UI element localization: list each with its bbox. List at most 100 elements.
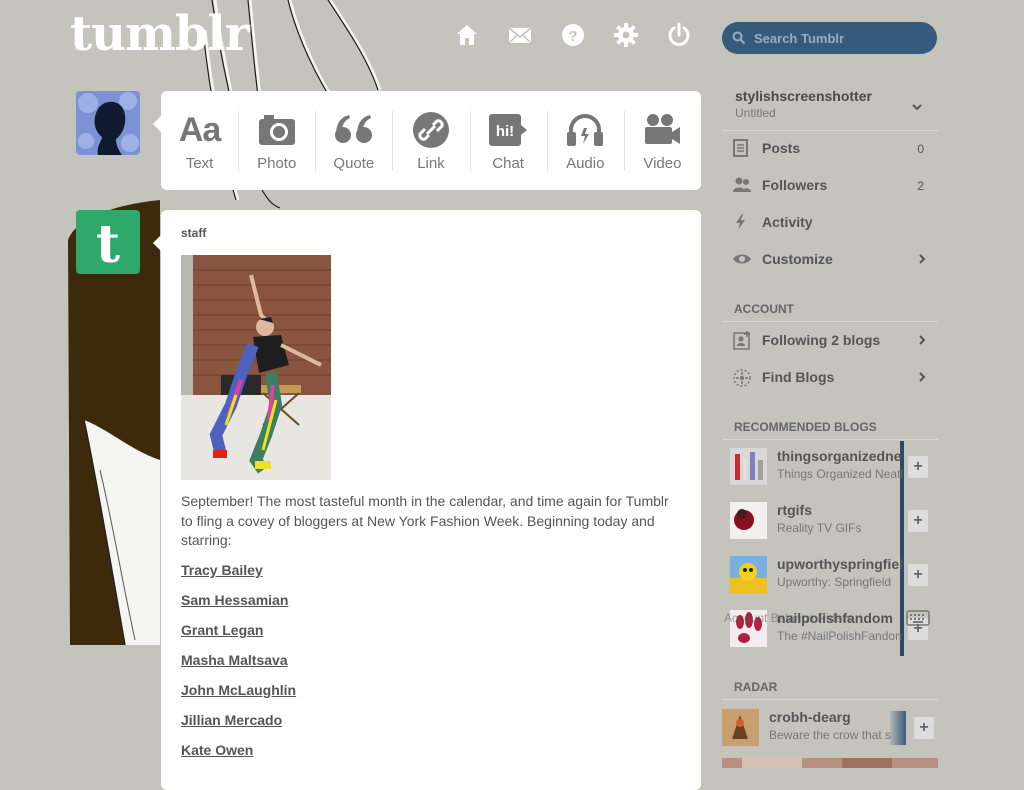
- sidebar-item-count: 2: [917, 179, 924, 193]
- chat-icon: hi!: [489, 114, 528, 146]
- posts-icon: [733, 139, 748, 157]
- blog-selector[interactable]: stylishscreenshotter Untitled: [735, 88, 872, 120]
- sidebar-item-followers[interactable]: Followers 2: [732, 174, 936, 198]
- post-type-label: Quote: [333, 155, 375, 172]
- divider: [722, 130, 938, 131]
- recommended-blog-desc: Upworthy: Springfield: [777, 575, 892, 589]
- sidebar-item-activity[interactable]: Activity: [732, 211, 936, 235]
- svg-text:?: ?: [568, 28, 577, 45]
- post-chat-button[interactable]: hi! Chat: [469, 91, 547, 190]
- follow-button[interactable]: +: [914, 717, 934, 739]
- post-link-list: Tracy Bailey Sam Hessamian Grant Legan M…: [181, 562, 296, 772]
- post-text-button[interactable]: Aa Text: [161, 91, 238, 190]
- post-type-label: Link: [417, 155, 445, 172]
- overlay-text: Account Balance Riders: [724, 611, 853, 625]
- post-link-button[interactable]: Link: [392, 91, 469, 190]
- post-type-label: Photo: [257, 155, 297, 172]
- chevron-right-icon: [919, 335, 926, 345]
- eye-icon: [733, 254, 751, 264]
- sidebar-item-posts[interactable]: Posts 0: [732, 137, 936, 161]
- blogger-link[interactable]: John McLaughlin: [181, 682, 296, 712]
- divider: [722, 321, 938, 322]
- post-type-label: Video: [643, 155, 682, 172]
- post-video-button[interactable]: Video: [623, 91, 701, 190]
- post-photo-button[interactable]: Photo: [238, 91, 315, 190]
- sidebar-item-label: Posts: [762, 140, 801, 156]
- blog-thumbnail: [730, 448, 767, 485]
- sidebar-item-count: 0: [917, 142, 924, 156]
- keyboard-icon[interactable]: [906, 610, 930, 626]
- recommended-blog-desc: Reality TV GIFs: [777, 521, 862, 535]
- video-camera-icon: [645, 114, 681, 144]
- recommended-blog-desc: The #NailPolishFandom: [777, 629, 902, 643]
- blog-subtitle: Untitled: [735, 106, 776, 120]
- blogger-link[interactable]: Masha Maltsava: [181, 652, 296, 682]
- radar-image-preview[interactable]: [722, 758, 938, 768]
- blog-thumbnail: [730, 502, 767, 539]
- recommended-section-title: RECOMMENDED BLOGS: [734, 420, 877, 434]
- recommended-blog[interactable]: thingsorganizedneatly Things Organized N…: [730, 444, 928, 488]
- mail-icon[interactable]: [507, 22, 533, 48]
- followers-icon: [733, 177, 751, 192]
- blog-name: stylishscreenshotter: [735, 88, 872, 104]
- post-card: staff September! The most tasteful month…: [153, 210, 701, 790]
- fade-bar: [890, 711, 906, 745]
- post-body: September! The most tasteful month in th…: [181, 493, 669, 548]
- help-icon[interactable]: ?: [560, 22, 586, 48]
- post-quote-button[interactable]: Quote: [315, 91, 392, 190]
- post-author[interactable]: staff: [181, 226, 206, 240]
- sidebar-item-label: Activity: [762, 214, 813, 230]
- radar-section-title: RADAR: [734, 680, 778, 694]
- recommended-blog[interactable]: upworthyspringfield Upworthy: Springfiel…: [730, 552, 928, 596]
- blogger-link[interactable]: Jillian Mercado: [181, 712, 296, 742]
- chevron-right-icon: [919, 372, 926, 382]
- gear-icon[interactable]: [613, 22, 639, 48]
- follow-button[interactable]: +: [908, 456, 928, 478]
- tumblr-logo[interactable]: tumblr: [70, 6, 250, 62]
- account-section-title: ACCOUNT: [734, 302, 794, 316]
- sidebar-item-label: Following 2 blogs: [762, 332, 881, 348]
- post-audio-button[interactable]: Audio: [546, 91, 624, 190]
- radar-blog[interactable]: crobh-dearg Beware the crow that s +: [722, 705, 938, 749]
- radar-blog-desc: Beware the crow that s: [769, 728, 892, 742]
- divider: [722, 699, 938, 700]
- search-input[interactable]: [752, 29, 926, 47]
- sidebar-item-label: Find Blogs: [762, 369, 835, 385]
- recommended-blog-name: thingsorganizedneatly: [777, 448, 902, 464]
- blog-thumbnail: [730, 556, 767, 593]
- quote-icon: [334, 115, 372, 143]
- sidebar-item-following[interactable]: Following 2 blogs: [732, 329, 936, 353]
- blogger-link[interactable]: Grant Legan: [181, 622, 296, 652]
- headphones-icon: [567, 114, 604, 146]
- blogger-link[interactable]: Tracy Bailey: [181, 562, 296, 592]
- radar-blog-name: crobh-dearg: [769, 709, 851, 725]
- blogger-link[interactable]: Sam Hessamian: [181, 592, 296, 622]
- post-type-label: Chat: [492, 155, 524, 172]
- chevron-right-icon: [919, 254, 926, 264]
- divider: [722, 439, 938, 440]
- post-type-label: Text: [185, 155, 214, 172]
- lightning-icon: [736, 214, 745, 230]
- following-icon: [733, 331, 750, 350]
- staff-avatar[interactable]: t: [76, 210, 140, 274]
- power-icon[interactable]: [666, 22, 692, 48]
- text-icon: Aa: [178, 110, 221, 149]
- follow-button[interactable]: +: [908, 564, 928, 586]
- recommended-blog[interactable]: rtgifs Reality TV GIFs +: [730, 498, 928, 542]
- follow-button[interactable]: +: [908, 510, 928, 532]
- home-icon[interactable]: [454, 22, 480, 48]
- sidebar-item-label: Followers: [762, 177, 828, 193]
- search-bar[interactable]: [722, 22, 937, 54]
- sidebar-item-find-blogs[interactable]: Find Blogs: [732, 366, 936, 390]
- post-photo[interactable]: [181, 255, 331, 480]
- user-avatar[interactable]: [76, 91, 140, 155]
- svg-text:t: t: [96, 214, 120, 274]
- post-type-bar: Aa Text Photo Quote Link hi! Chat Audio …: [153, 91, 701, 190]
- svg-text:hi!: hi!: [496, 123, 514, 140]
- chevron-down-icon[interactable]: [912, 104, 922, 112]
- recommended-blog-name: upworthyspringfield: [777, 556, 902, 572]
- post-type-label: Audio: [566, 155, 605, 172]
- recommended-blog-name: rtgifs: [777, 502, 812, 518]
- find-icon: [733, 369, 751, 387]
- sidebar-item-customize[interactable]: Customize: [732, 248, 936, 272]
